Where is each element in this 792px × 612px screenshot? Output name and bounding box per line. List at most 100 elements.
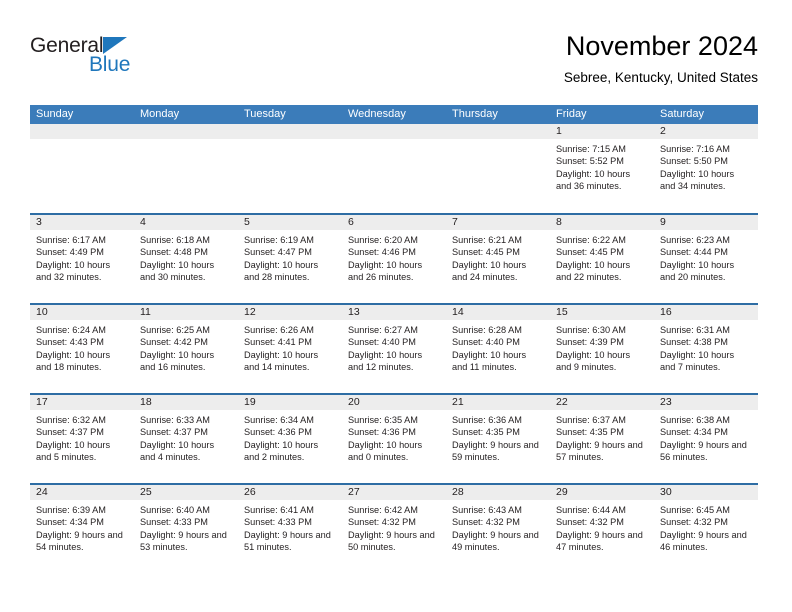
daylight-text: Daylight: 10 hours and 30 minutes. [140,259,215,283]
day-number: 17 [30,395,134,410]
day-cell-inner: 25 Sunrise: 6:40 AM Sunset: 4:33 PM Dayligh… [134,485,238,574]
day-cell-inner: 7 Sunrise: 6:21 AM Sunset: 4:45 PM Daylight… [446,215,550,303]
calendar-week-row: 24 Sunrise: 6:39 AM Sunset: 4:34 PM Dayligh… [30,483,758,574]
sunrise-text: Sunrise: 6:42 AM [348,505,418,515]
day-cell-inner [30,124,134,213]
calendar-day-cell[interactable]: 23 Sunrise: 6:38 AM Sunset: 4:34 PM Dayligh… [654,393,758,484]
general-blue-logo[interactable]: General Blue [30,34,210,86]
calendar-day-cell[interactable]: 4 Sunrise: 6:18 AM Sunset: 4:48 PM Daylight… [134,213,238,304]
calendar-day-cell[interactable]: 11 Sunrise: 6:25 AM Sunset: 4:42 PM Dayligh… [134,303,238,394]
day-cell-inner [342,124,446,213]
sunrise-text: Sunrise: 6:45 AM [660,505,730,515]
day-number: 16 [654,305,758,320]
daylight-text: Daylight: 10 hours and 34 minutes. [660,168,735,192]
calendar-day-cell[interactable]: 8 Sunrise: 6:22 AM Sunset: 4:45 PM Daylight… [550,213,654,304]
sunset-text: Sunset: 4:32 PM [348,517,416,528]
sunrise-text: Sunrise: 6:27 AM [348,325,418,335]
day-cell-inner: 18 Sunrise: 6:33 AM Sunset: 4:37 PM Dayligh… [134,395,238,483]
sunrise-text: Sunrise: 6:43 AM [452,505,522,515]
calendar-day-cell[interactable]: 25 Sunrise: 6:40 AM Sunset: 4:33 PM Dayligh… [134,483,238,574]
daylight-text: Daylight: 10 hours and 4 minutes. [140,439,215,463]
day-number: 2 [654,124,758,139]
calendar-day-cell[interactable]: 18 Sunrise: 6:33 AM Sunset: 4:37 PM Dayligh… [134,393,238,484]
calendar-day-cell[interactable]: 9 Sunrise: 6:23 AM Sunset: 4:44 PM Daylight… [654,213,758,304]
calendar-day-cell[interactable]: 27 Sunrise: 6:42 AM Sunset: 4:32 PM Dayligh… [342,483,446,574]
calendar-day-cell[interactable]: 3 Sunrise: 6:17 AM Sunset: 4:49 PM Daylight… [30,213,134,304]
page-subtitle: Sebree, Kentucky, United States [563,70,758,85]
day-cell-inner: 17 Sunrise: 6:32 AM Sunset: 4:37 PM Dayligh… [30,395,134,483]
calendar-day-cell[interactable]: 20 Sunrise: 6:35 AM Sunset: 4:36 PM Dayligh… [342,393,446,484]
calendar-day-cell[interactable]: 5 Sunrise: 6:19 AM Sunset: 4:47 PM Daylight… [238,213,342,304]
calendar-day-cell[interactable]: 12 Sunrise: 6:26 AM Sunset: 4:41 PM Dayligh… [238,303,342,394]
weekday-header-row: Sunday Monday Tuesday Wednesday Thursday… [30,105,758,124]
weekday-header-sunday: Sunday [30,105,134,124]
day-cell-inner [134,124,238,213]
day-number: 4 [134,215,238,230]
sunrise-text: Sunrise: 6:26 AM [244,325,314,335]
daylight-text: Daylight: 10 hours and 36 minutes. [556,168,631,192]
day-number: 19 [238,395,342,410]
calendar-day-cell[interactable]: 21 Sunrise: 6:36 AM Sunset: 4:35 PM Dayligh… [446,393,550,484]
calendar-day-cell[interactable]: 1 Sunrise: 7:15 AM Sunset: 5:52 PM Daylight… [550,124,654,214]
sunset-text: Sunset: 4:46 PM [348,247,416,258]
sunset-text: Sunset: 4:45 PM [452,247,520,258]
calendar-day-cell[interactable]: 17 Sunrise: 6:32 AM Sunset: 4:37 PM Dayligh… [30,393,134,484]
calendar-day-cell[interactable]: 7 Sunrise: 6:21 AM Sunset: 4:45 PM Daylight… [446,213,550,304]
daylight-text: Daylight: 9 hours and 53 minutes. [140,529,227,553]
day-cell-inner: 24 Sunrise: 6:39 AM Sunset: 4:34 PM Dayligh… [30,485,134,574]
day-cell-inner: 27 Sunrise: 6:42 AM Sunset: 4:32 PM Dayligh… [342,485,446,574]
sunrise-text: Sunrise: 6:25 AM [140,325,210,335]
sunrise-text: Sunrise: 6:37 AM [556,415,626,425]
daylight-text: Daylight: 10 hours and 12 minutes. [348,349,423,373]
day-number: 14 [446,305,550,320]
logo-triangle-icon [103,37,127,54]
calendar-day-cell[interactable]: 26 Sunrise: 6:41 AM Sunset: 4:33 PM Dayligh… [238,483,342,574]
sunrise-text: Sunrise: 6:28 AM [452,325,522,335]
calendar-day-cell[interactable]: 19 Sunrise: 6:34 AM Sunset: 4:36 PM Dayligh… [238,393,342,484]
daylight-text: Daylight: 10 hours and 26 minutes. [348,259,423,283]
day-number: 12 [238,305,342,320]
calendar-day-cell[interactable]: 13 Sunrise: 6:27 AM Sunset: 4:40 PM Dayligh… [342,303,446,394]
day-details: Sunrise: 6:31 AM Sunset: 4:38 PM Daylight:… [654,320,758,374]
day-cell-inner: 26 Sunrise: 6:41 AM Sunset: 4:33 PM Dayligh… [238,485,342,574]
day-details: Sunrise: 6:40 AM Sunset: 4:33 PM Daylight:… [134,500,238,554]
calendar-week-row: 3 Sunrise: 6:17 AM Sunset: 4:49 PM Daylight… [30,213,758,304]
calendar-day-cell[interactable]: 14 Sunrise: 6:28 AM Sunset: 4:40 PM Dayligh… [446,303,550,394]
calendar-week-row: 10 Sunrise: 6:24 AM Sunset: 4:43 PM Dayligh… [30,303,758,394]
calendar-day-cell[interactable]: 28 Sunrise: 6:43 AM Sunset: 4:32 PM Dayligh… [446,483,550,574]
day-details: Sunrise: 6:18 AM Sunset: 4:48 PM Daylight:… [134,230,238,284]
sunset-text: Sunset: 4:49 PM [36,247,104,258]
daylight-text: Daylight: 9 hours and 59 minutes. [452,439,539,463]
day-details: Sunrise: 6:26 AM Sunset: 4:41 PM Daylight:… [238,320,342,374]
day-number: 7 [446,215,550,230]
calendar-day-cell[interactable]: 30 Sunrise: 6:45 AM Sunset: 4:32 PM Dayligh… [654,483,758,574]
sunrise-text: Sunrise: 6:34 AM [244,415,314,425]
daylight-text: Daylight: 10 hours and 20 minutes. [660,259,735,283]
sunset-text: Sunset: 4:34 PM [36,517,104,528]
day-details: Sunrise: 6:24 AM Sunset: 4:43 PM Daylight:… [30,320,134,374]
day-cell-inner: 3 Sunrise: 6:17 AM Sunset: 4:49 PM Daylight… [30,215,134,303]
day-details: Sunrise: 6:28 AM Sunset: 4:40 PM Daylight:… [446,320,550,374]
calendar-day-cell[interactable]: 16 Sunrise: 6:31 AM Sunset: 4:38 PM Dayligh… [654,303,758,394]
day-number: 6 [342,215,446,230]
sunrise-text: Sunrise: 6:23 AM [660,235,730,245]
day-details: Sunrise: 6:27 AM Sunset: 4:40 PM Daylight:… [342,320,446,374]
calendar-day-cell[interactable]: 10 Sunrise: 6:24 AM Sunset: 4:43 PM Dayligh… [30,303,134,394]
day-details: Sunrise: 6:36 AM Sunset: 4:35 PM Daylight:… [446,410,550,464]
weekday-header-monday: Monday [134,105,238,124]
day-cell-inner: 12 Sunrise: 6:26 AM Sunset: 4:41 PM Dayligh… [238,305,342,393]
sunset-text: Sunset: 4:38 PM [660,337,728,348]
sunset-text: Sunset: 4:32 PM [452,517,520,528]
calendar-day-cell[interactable]: 2 Sunrise: 7:16 AM Sunset: 5:50 PM Daylight… [654,124,758,214]
sunrise-text: Sunrise: 6:18 AM [140,235,210,245]
calendar-day-cell[interactable]: 15 Sunrise: 6:30 AM Sunset: 4:39 PM Dayligh… [550,303,654,394]
day-cell-inner: 23 Sunrise: 6:38 AM Sunset: 4:34 PM Dayligh… [654,395,758,483]
daylight-text: Daylight: 9 hours and 49 minutes. [452,529,539,553]
calendar-day-cell[interactable]: 24 Sunrise: 6:39 AM Sunset: 4:34 PM Dayligh… [30,483,134,574]
calendar-day-cell[interactable]: 22 Sunrise: 6:37 AM Sunset: 4:35 PM Dayligh… [550,393,654,484]
title-block: November 2024 Sebree, Kentucky, United S… [564,30,758,88]
calendar-day-cell[interactable]: 29 Sunrise: 6:44 AM Sunset: 4:32 PM Dayligh… [550,483,654,574]
calendar-day-cell[interactable]: 6 Sunrise: 6:20 AM Sunset: 4:46 PM Daylight… [342,213,446,304]
day-number: 27 [342,485,446,500]
sunset-text: Sunset: 4:34 PM [660,427,728,438]
